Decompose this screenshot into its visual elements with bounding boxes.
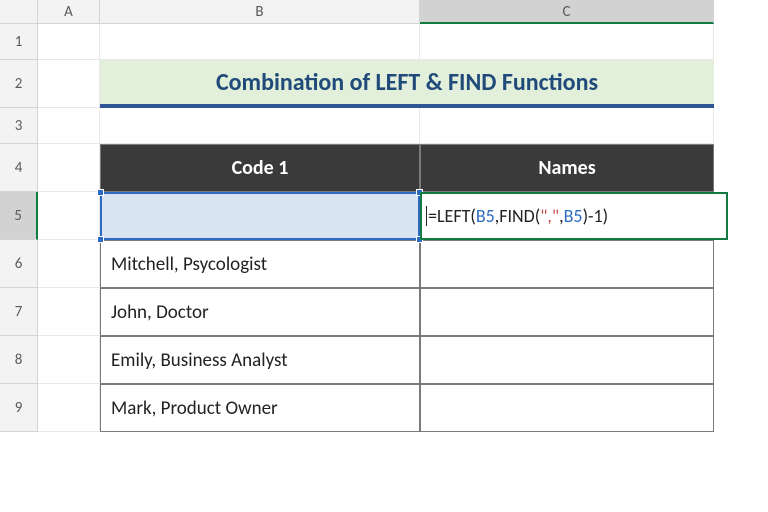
cell-b7[interactable]: John, Doctor [100, 288, 420, 336]
reference-handle[interactable] [97, 236, 104, 243]
cell-b6-text: Mitchell, Psycologist [111, 253, 267, 276]
cell-b9[interactable]: Mark, Product Owner [100, 384, 420, 432]
header-code-label: Code 1 [232, 156, 289, 180]
row-header-9[interactable]: 9 [0, 384, 38, 432]
cell-grid[interactable]: Combination of LEFT & FIND Functions Cod… [38, 24, 768, 512]
formula-part: )-1) [583, 205, 609, 227]
spreadsheet: A B C 1 2 3 4 5 6 7 8 9 Combination of L… [0, 0, 768, 512]
cell-b6[interactable]: Mitchell, Psycologist [100, 240, 420, 288]
header-names-label: Names [538, 156, 595, 180]
column-header-c[interactable]: C [420, 0, 714, 24]
active-cell-c5[interactable]: =LEFT(B5,FIND(",",B5)-1) [420, 192, 728, 240]
header-names[interactable]: Names [420, 144, 714, 192]
row-header-6[interactable]: 6 [0, 240, 38, 288]
select-all-corner[interactable] [0, 0, 38, 24]
row-header-5[interactable]: 5 [0, 192, 38, 240]
row-header-3[interactable]: 3 [0, 108, 38, 144]
row-headers: 1 2 3 4 5 6 7 8 9 [0, 24, 38, 432]
header-code[interactable]: Code 1 [100, 144, 420, 192]
cell-b8[interactable]: Emily, Business Analyst [100, 336, 420, 384]
text-cursor [426, 206, 427, 226]
cell-c8[interactable] [420, 336, 714, 384]
formula-ref: B5 [564, 205, 583, 227]
reference-highlight-b5 [100, 192, 420, 240]
formula-string: "," [540, 205, 559, 227]
formula-ref: B5 [476, 205, 495, 227]
row-header-8[interactable]: 8 [0, 336, 38, 384]
title-cell[interactable]: Combination of LEFT & FIND Functions [100, 60, 714, 108]
cell-b8-text: Emily, Business Analyst [111, 349, 288, 372]
column-header-a[interactable]: A [38, 0, 100, 24]
column-header-b[interactable]: B [100, 0, 420, 24]
row-header-4[interactable]: 4 [0, 144, 38, 192]
cell-b9-text: Mark, Product Owner [111, 397, 278, 420]
formula-part: ,FIND( [495, 205, 540, 227]
row-header-2[interactable]: 2 [0, 60, 38, 108]
reference-handle[interactable] [97, 189, 104, 196]
cell-b7-text: John, Doctor [111, 301, 209, 324]
cell-c7[interactable] [420, 288, 714, 336]
cell-c6[interactable] [420, 240, 714, 288]
cell-c9[interactable] [420, 384, 714, 432]
row-header-1[interactable]: 1 [0, 24, 38, 60]
row-header-7[interactable]: 7 [0, 288, 38, 336]
title-text: Combination of LEFT & FIND Functions [216, 68, 598, 97]
column-headers: A B C [0, 0, 714, 24]
formula-part: =LEFT( [428, 205, 476, 227]
